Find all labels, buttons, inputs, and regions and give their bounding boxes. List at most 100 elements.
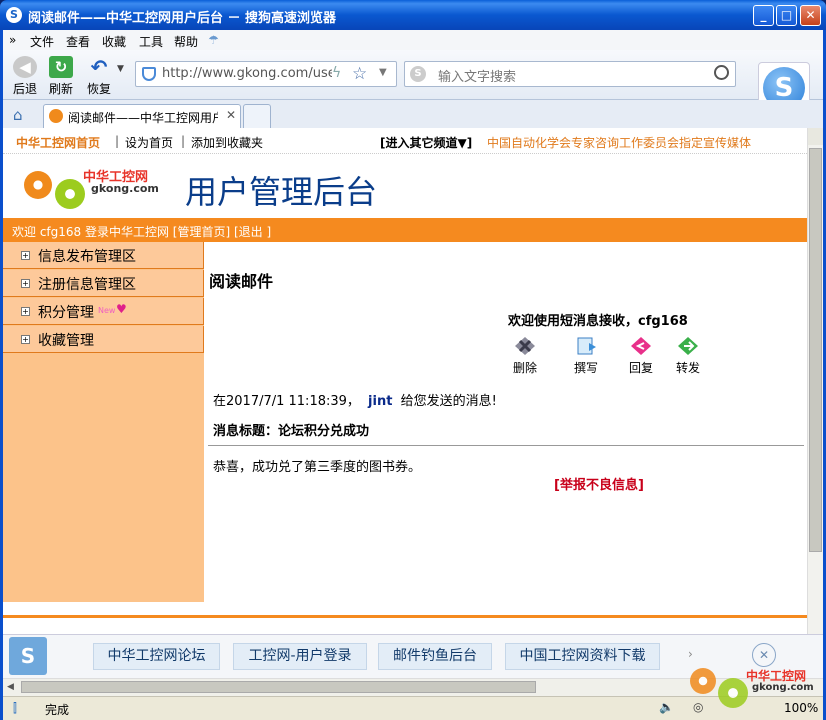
maximize-button[interactable]: □ (776, 5, 797, 26)
scroll-thumb[interactable] (809, 148, 822, 552)
close-bookmark-bar-icon[interactable]: ✕ (752, 643, 776, 667)
message-body: 恭喜，成功兑了第三季度的图书券。 (213, 460, 422, 475)
menu-bar: » 文件 查看 收藏 工具 帮助 ☂ (3, 30, 823, 50)
camera-icon[interactable]: ◎ (693, 700, 703, 714)
search-placeholder: 输入文字搜索 (438, 70, 517, 85)
compose-icon (577, 337, 596, 355)
sidebar-item-points[interactable]: + 积分管理 New ♥ (3, 298, 204, 325)
bookmark-downloads[interactable]: 中国工控网资料下载 (505, 643, 660, 670)
tab-active[interactable]: 阅读邮件——中华工控网用户 ✕ (43, 104, 241, 128)
menu-view[interactable]: 查看 (66, 33, 90, 50)
menu-file[interactable]: 文件 (30, 33, 54, 50)
sidebar-item-label: 注册信息管理区 (38, 277, 136, 293)
green-gear-icon (55, 179, 85, 209)
status-text: 完成 (45, 703, 70, 717)
restore-dropdown-icon[interactable]: ▼ (117, 64, 124, 74)
footer-divider (3, 615, 807, 618)
compose-button[interactable]: 撰写 (566, 335, 606, 376)
sidebar-item-label: 收藏管理 (38, 333, 94, 349)
message-suffix: 给您发送的消息! (400, 394, 497, 409)
address-url: http://www.gkong.com/use (162, 66, 332, 81)
close-window-button[interactable]: ✕ (800, 5, 821, 26)
sidebar-item-info-publish[interactable]: + 信息发布管理区 (3, 242, 204, 269)
expand-icon: + (21, 251, 30, 260)
sidebar: + 信息发布管理区 + 注册信息管理区 + 积分管理 New ♥ + 收藏管理 (3, 242, 204, 602)
vertical-scrollbar[interactable] (807, 128, 823, 634)
divider (208, 445, 804, 446)
sidebar-item-label: 信息发布管理区 (38, 249, 136, 265)
menu-tools[interactable]: 工具 (139, 33, 163, 50)
skin-icon[interactable]: ☂ (208, 33, 219, 47)
undo-icon: ↶ (90, 55, 108, 79)
welcome-bar: 欢迎 cfg168 登录中华工控网 [管理首页] [退出 ] (3, 218, 807, 242)
reply-button[interactable]: 回复 (621, 335, 661, 376)
refresh-label: 刷新 (48, 82, 73, 96)
refresh-button[interactable]: ↻ 刷新 (44, 56, 78, 97)
minimize-button[interactable]: _ (753, 5, 774, 26)
set-homepage-link[interactable]: 设为首页 (125, 134, 173, 151)
close-tab-icon[interactable]: ✕ (226, 108, 236, 122)
menu-chevron-icon[interactable]: » (9, 33, 16, 47)
reply-icon (631, 337, 651, 355)
sidebar-toggle-icon[interactable]: ⫿ (13, 701, 17, 716)
new-badge: New (98, 306, 116, 315)
refresh-icon: ↻ (49, 56, 73, 78)
site-home-link[interactable]: 中华工控网首页 (16, 134, 100, 151)
search-icon[interactable] (714, 65, 729, 80)
speed-mode-icon[interactable]: ϟ (332, 65, 341, 81)
sidebar-item-favorites[interactable]: + 收藏管理 (3, 326, 204, 353)
restore-button[interactable]: ↶ 恢复 (82, 56, 116, 97)
watermark-green-gear-icon (718, 678, 748, 708)
search-engine-icon[interactable]: S (410, 66, 426, 82)
scroll-left-icon[interactable]: ◀ (7, 682, 14, 692)
add-favorite-link[interactable]: 添加到收藏夹 (191, 134, 263, 151)
window-titlebar: S 阅读邮件——中华工控网用户后台 － 搜狗高速浏览器 _ □ ✕ (0, 0, 826, 30)
tab-title: 阅读邮件——中华工控网用户 (68, 111, 218, 125)
sidebar-item-registration[interactable]: + 注册信息管理区 (3, 270, 204, 297)
site-top-nav: 中华工控网首页 | 设为首页 | 添加到收藏夹 [进入其它频道▼] 中国自动化学… (3, 128, 807, 154)
menu-favorites[interactable]: 收藏 (102, 33, 126, 50)
message-time: 在2017/7/1 11:18:39， (213, 394, 360, 409)
report-link[interactable]: [举报不良信息] (554, 474, 644, 493)
bookmark-phishing-admin[interactable]: 邮件钓鱼后台 (378, 643, 492, 670)
delete-label: 删除 (512, 361, 537, 375)
bookmark-user-login[interactable]: 工控网-用户登录 (233, 643, 367, 670)
scroll-up-icon[interactable] (808, 128, 823, 145)
status-bar: ⫿ 完成 🔈 ◎ 100% (3, 696, 823, 720)
watermark-orange-gear-icon (690, 668, 716, 694)
back-button[interactable]: ◀ 后退 (8, 56, 42, 97)
window-title: 阅读邮件——中华工控网用户后台 － 搜狗高速浏览器 (28, 11, 337, 26)
compose-label: 撰写 (573, 361, 598, 375)
address-dropdown-icon[interactable]: ▼ (379, 67, 387, 78)
nav-separator: | (115, 134, 120, 148)
delete-icon (515, 337, 535, 355)
zoom-level[interactable]: 100% (784, 701, 818, 715)
channel-dropdown[interactable]: [进入其它频道▼] (380, 134, 472, 151)
bookmark-star-icon[interactable]: ☆ (352, 64, 367, 84)
delete-button[interactable]: 删除 (505, 335, 545, 376)
new-tab-button[interactable] (243, 104, 271, 128)
forward-button[interactable]: 转发 (668, 335, 708, 376)
search-box[interactable]: S 输入文字搜索 (404, 61, 736, 87)
site-slogan: 中国自动化学会专家咨询工作委员会指定宣传媒体 (487, 136, 752, 150)
bookmark-next-icon[interactable]: › (688, 647, 693, 661)
horizontal-scroll-thumb[interactable] (21, 681, 536, 693)
welcome-text: 欢迎 cfg168 登录中华工控网 [管理首页] [退出 ] (12, 225, 272, 239)
content-heading: 阅读邮件 (209, 272, 274, 291)
address-bar[interactable]: http://www.gkong.com/use ϟ ☆ ▼ (135, 61, 397, 87)
sender-link[interactable]: jint (368, 394, 392, 409)
forward-label: 转发 (675, 361, 700, 375)
back-arrow-icon: ◀ (13, 56, 37, 78)
sogou-sidebar-icon[interactable]: S (9, 637, 47, 675)
watermark-domain: gkong.com (752, 682, 814, 693)
restore-label: 恢复 (86, 82, 111, 96)
security-shield-icon (142, 67, 156, 81)
message-subject: 消息标题：论坛积分兑成功 (213, 424, 370, 439)
menu-help[interactable]: 帮助 (174, 33, 198, 50)
home-icon[interactable]: ⌂ (13, 106, 23, 124)
expand-icon: + (21, 307, 30, 316)
expand-icon: + (21, 335, 30, 344)
sogou-browser-icon: S (6, 7, 22, 23)
bookmark-forum[interactable]: 中华工控网论坛 (93, 643, 220, 670)
sound-icon[interactable]: 🔈 (659, 700, 674, 714)
